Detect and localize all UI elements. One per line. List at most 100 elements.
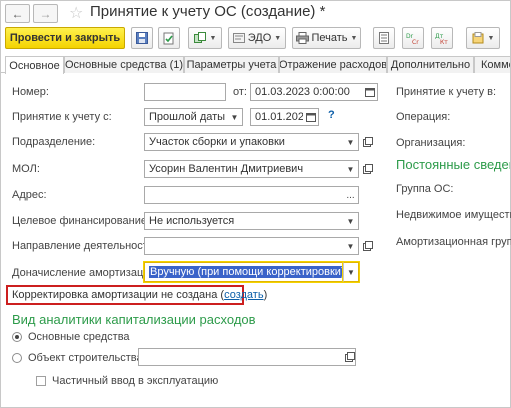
tab-accounting-params[interactable]: Параметры учета xyxy=(184,56,279,73)
document-list-icon xyxy=(379,32,389,44)
address-select-button[interactable]: ... xyxy=(343,186,359,204)
arrow-left-icon: ← xyxy=(11,6,24,21)
attachments-button[interactable]: ▼ xyxy=(466,27,500,49)
open-construction-button[interactable] xyxy=(344,351,356,363)
chevron-down-icon: ▼ xyxy=(350,34,358,42)
chevron-down-icon: ▼ xyxy=(346,216,355,226)
svg-text:Кт: Кт xyxy=(440,39,448,45)
right-depreciation-group-label: Амортизационная группа: xyxy=(396,236,511,248)
star-icon[interactable]: ☆ xyxy=(69,3,83,23)
depreciation-select[interactable]: Вручную (при помощи корректировки) xyxy=(144,262,344,282)
right-group-label: Группа ОС: xyxy=(396,183,454,195)
mol-label: МОЛ: xyxy=(12,163,40,175)
tab-fixed-assets[interactable]: Основные средства (1) xyxy=(64,56,184,73)
right-organization-label: Организация: xyxy=(396,137,466,149)
tab-bar: Основное Основные средства (1) Параметры… xyxy=(0,56,511,74)
address-input[interactable] xyxy=(144,186,344,204)
chevron-down-icon: ▼ xyxy=(346,241,355,251)
date-input[interactable]: 01.03.2023 0:00:00 xyxy=(250,83,363,101)
open-direction-button[interactable] xyxy=(362,240,374,252)
chevron-down-icon: ▼ xyxy=(230,112,239,122)
dt-kt-icon: ДтКт xyxy=(435,33,448,45)
division-dropdown[interactable]: ▼ xyxy=(343,133,359,151)
open-mol-button[interactable] xyxy=(362,163,374,175)
svg-text:Cr: Cr xyxy=(412,39,419,45)
chevron-down-icon: ▼ xyxy=(346,137,355,147)
depreciation-value: Вручную (при помощи корректировки) xyxy=(149,266,344,278)
calendar-icon xyxy=(364,88,375,97)
create-correction-link[interactable]: создать xyxy=(224,289,263,301)
capitalization-section-title: Вид аналитики капитализации расходов xyxy=(12,312,256,327)
open-icon xyxy=(363,164,373,174)
create-based-icon xyxy=(193,32,206,43)
from-label: от: xyxy=(233,86,247,98)
accept-mode-select[interactable]: Прошлой даты xyxy=(144,108,228,126)
post-button[interactable] xyxy=(158,27,180,49)
construction-object-input[interactable] xyxy=(138,348,356,366)
dt-kt-ru-button[interactable]: Дт Кт xyxy=(431,27,453,49)
edo-icon xyxy=(232,33,245,43)
direction-dropdown[interactable]: ▼ xyxy=(343,237,359,255)
tab-comment[interactable]: Комме xyxy=(474,56,511,73)
depreciation-dropdown[interactable]: ▼ xyxy=(343,262,359,282)
tab-additional[interactable]: Дополнительно xyxy=(387,56,474,73)
chevron-down-icon: ▼ xyxy=(346,164,355,174)
edo-button[interactable]: ЭДО ▼ xyxy=(228,27,286,49)
accept-date-input[interactable]: 01.01.2023 xyxy=(250,108,304,126)
calendar-button[interactable] xyxy=(362,83,378,101)
number-input[interactable] xyxy=(144,83,226,101)
print-label: Печать xyxy=(311,32,348,44)
address-label: Адрес: xyxy=(12,189,47,201)
open-division-button[interactable] xyxy=(362,136,374,148)
page-title: Принятие к учету ОС (создание) * xyxy=(90,3,326,20)
chevron-down-icon: ▼ xyxy=(347,267,355,277)
printer-icon xyxy=(295,32,309,44)
correction-status: Корректировка амортизации не создана (со… xyxy=(12,289,267,301)
print-button[interactable]: Печать ▼ xyxy=(292,27,361,49)
right-realty-label: Недвижимое имущество: xyxy=(396,209,511,221)
radio-fixed-assets[interactable] xyxy=(12,332,22,342)
tab-main[interactable]: Основное xyxy=(5,56,64,74)
financing-dropdown[interactable]: ▼ xyxy=(343,212,359,230)
save-icon xyxy=(136,32,148,44)
division-input[interactable]: Участок сборки и упаковки xyxy=(144,133,344,151)
accept-mode-dropdown[interactable]: ▼ xyxy=(227,108,243,126)
accept-calendar-button[interactable] xyxy=(303,108,319,126)
accept-from-label: Принятие к учету с: xyxy=(12,111,112,123)
division-label: Подразделение: xyxy=(12,136,96,148)
tab-expense-reflection[interactable]: Отражение расходов xyxy=(279,56,387,73)
back-button[interactable]: ← xyxy=(5,4,30,23)
open-icon xyxy=(363,137,373,147)
open-icon xyxy=(363,241,373,251)
create-based-on-button[interactable]: ▼ xyxy=(188,27,222,49)
edo-label: ЭДО xyxy=(247,32,272,44)
financing-label: Целевое финансирование: xyxy=(12,215,151,227)
radio-construction-object[interactable] xyxy=(12,353,22,363)
correction-close-paren: ) xyxy=(263,289,268,301)
journal-button[interactable] xyxy=(373,27,395,49)
direction-label: Направление деятельности: xyxy=(12,240,158,252)
attachment-icon xyxy=(472,32,484,44)
number-label: Номер: xyxy=(12,86,49,98)
save-button[interactable] xyxy=(131,27,153,49)
chevron-down-icon: ▼ xyxy=(487,34,495,42)
mol-dropdown[interactable]: ▼ xyxy=(343,160,359,178)
help-icon[interactable]: ? xyxy=(328,109,335,121)
right-accept-label: Принятие к учету в: xyxy=(396,86,497,98)
financing-select[interactable]: Не используется xyxy=(144,212,344,230)
radio-fixed-assets-label: Основные средства xyxy=(28,331,130,343)
forward-button[interactable]: → xyxy=(33,4,58,23)
mol-input[interactable]: Усорин Валентин Дмитриевич xyxy=(144,160,344,178)
direction-input[interactable] xyxy=(144,237,344,255)
correction-text: Корректировка амортизации не создана ( xyxy=(12,289,225,301)
arrow-right-icon: → xyxy=(39,6,52,21)
radio-construction-label: Объект строительства: xyxy=(28,352,146,364)
partial-commissioning-checkbox[interactable] xyxy=(36,376,46,386)
dt-kt-button[interactable]: Dr Cr xyxy=(402,27,424,49)
depreciation-label: Доначисление амортизации: xyxy=(12,267,159,279)
debit-credit-icon: DrCr xyxy=(406,33,419,45)
post-document-icon xyxy=(163,32,174,44)
right-operation-label: Операция: xyxy=(396,111,451,123)
post-and-close-button[interactable]: Провести и закрыть xyxy=(5,27,125,49)
open-icon xyxy=(345,352,355,362)
